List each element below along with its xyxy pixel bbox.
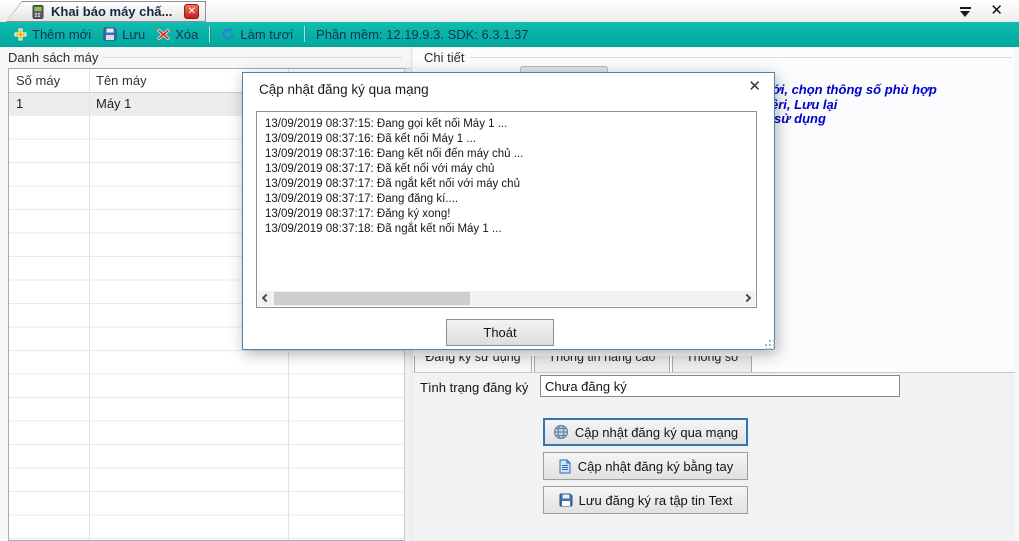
connection-log-textarea[interactable]: 13/09/2019 08:37:15: Đang gọi kết nối Má… bbox=[256, 111, 757, 308]
instruction-text-fragment: êri, Lưu lại bbox=[771, 97, 837, 112]
dialog-close-icon[interactable]: ✕ bbox=[748, 79, 761, 95]
tab-thong-so[interactable]: Thông số bbox=[672, 356, 752, 372]
right-panel-title: Chi tiết bbox=[424, 50, 464, 65]
registration-status-field[interactable] bbox=[540, 375, 900, 397]
scroll-left-icon[interactable] bbox=[262, 294, 270, 302]
detail-tab-strip: Đăng ký sử dụng Thông tin nâng cao Thông… bbox=[414, 356, 786, 372]
log-line: 13/09/2019 08:37:17: Đăng ký xong! bbox=[265, 207, 754, 222]
update-registration-online-button[interactable]: Cập nhật đăng ký qua mạng bbox=[543, 418, 748, 446]
toolbar: Thêm mới Lưu Xóa Làm tươi Phần mềm: 12.1… bbox=[0, 22, 1019, 47]
log-line: 13/09/2019 08:37:16: Đang kết nối đến má… bbox=[265, 147, 754, 162]
save-registration-to-text-button[interactable]: Lưu đăng ký ra tập tin Text bbox=[543, 486, 748, 514]
software-version-text: Phần mềm: 12.19.9.3. SDK: 6.3.1.37 bbox=[310, 27, 528, 42]
tab-dang-ky[interactable]: Đăng ký sử dụng bbox=[414, 356, 532, 372]
scrollbar-thumb[interactable] bbox=[274, 292, 470, 305]
toolbar-separator bbox=[209, 26, 210, 42]
scroll-right-icon[interactable] bbox=[743, 294, 751, 302]
update-registration-dialog: Cập nhật đăng ký qua mạng ✕ 13/09/2019 0… bbox=[242, 72, 775, 350]
groupbox-line bbox=[470, 57, 1012, 58]
tab-list-dropdown-icon[interactable] bbox=[959, 5, 972, 17]
delete-x-icon bbox=[157, 28, 170, 41]
cell-so-may: 1 bbox=[9, 93, 89, 116]
add-new-button[interactable]: Thêm mới bbox=[8, 27, 97, 42]
column-header-so-may[interactable]: Số máy bbox=[9, 69, 89, 92]
column-divider bbox=[89, 69, 90, 540]
plus-icon bbox=[14, 28, 27, 41]
registration-status-label: Tình trạng đăng ký bbox=[420, 380, 528, 395]
tab-title: Khai báo máy chấ... bbox=[51, 4, 172, 19]
save-file-icon bbox=[559, 493, 573, 507]
save-button[interactable]: Lưu bbox=[97, 27, 151, 42]
tab-close-icon[interactable]: ✕ bbox=[184, 4, 199, 19]
app-window: Khai báo máy chấ... ✕ ✕ Thêm mới Lưu bbox=[0, 0, 1019, 541]
update-registration-manual-button[interactable]: Cập nhật đăng ký bằng tay bbox=[543, 452, 748, 480]
instruction-text-fragment: ới, chọn thông số phù hợp bbox=[772, 82, 937, 97]
log-line: 13/09/2019 08:37:17: Đã ngắt kết nối với… bbox=[265, 177, 754, 192]
log-line: 13/09/2019 08:37:18: Đã ngắt kết nối Máy… bbox=[265, 222, 754, 237]
groupbox-line bbox=[102, 57, 402, 58]
dialog-title: Cập nhật đăng ký qua mạng bbox=[259, 82, 429, 97]
log-line: 13/09/2019 08:37:16: Đã kết nối Máy 1 ..… bbox=[265, 132, 754, 147]
toolbar-separator bbox=[304, 26, 305, 42]
refresh-icon bbox=[221, 27, 235, 41]
left-panel-title: Danh sách máy bbox=[8, 50, 98, 65]
log-line: 13/09/2019 08:37:15: Đang gọi kết nối Má… bbox=[265, 117, 754, 132]
exit-button[interactable]: Thoát bbox=[446, 319, 554, 346]
instruction-text-fragment: sử dụng bbox=[774, 111, 826, 126]
tab-thong-tin-nang-cao[interactable]: Thông tin nâng cao bbox=[534, 356, 670, 372]
log-line: 13/09/2019 08:37:17: Đã kết nối với máy … bbox=[265, 162, 754, 177]
resize-grip-icon[interactable] bbox=[769, 344, 771, 346]
globe-icon bbox=[553, 424, 569, 440]
device-icon bbox=[31, 5, 45, 19]
refresh-button[interactable]: Làm tươi bbox=[215, 27, 299, 42]
delete-button[interactable]: Xóa bbox=[151, 27, 204, 42]
document-tab-strip: Khai báo máy chấ... ✕ ✕ bbox=[0, 0, 1019, 22]
tab-khai-bao-may[interactable]: Khai báo máy chấ... ✕ bbox=[6, 1, 206, 22]
document-icon bbox=[558, 459, 572, 474]
window-close-icon[interactable]: ✕ bbox=[990, 4, 1003, 18]
log-line: 13/09/2019 08:37:17: Đang đăng kí.... bbox=[265, 192, 754, 207]
save-icon bbox=[103, 27, 117, 41]
log-lines: 13/09/2019 08:37:15: Đang gọi kết nối Má… bbox=[265, 117, 754, 237]
log-horizontal-scrollbar[interactable] bbox=[258, 291, 755, 306]
